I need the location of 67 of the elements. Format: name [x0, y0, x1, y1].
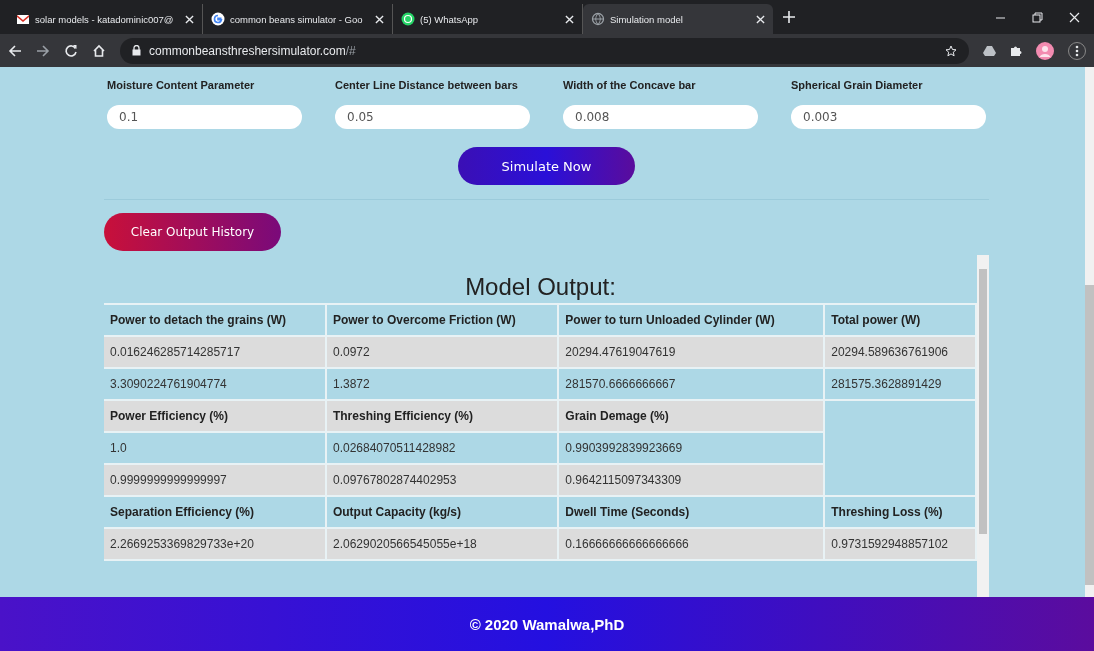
input-field[interactable]: 0.008 [563, 105, 758, 129]
page-scrollbar[interactable] [1085, 67, 1094, 597]
table-cell: 0.16666666666666666 [559, 529, 824, 559]
field-label: Moisture Content Parameter [107, 79, 256, 91]
url-text: commonbeansthreshersimulator.com/# [149, 43, 356, 58]
clear-history-button[interactable]: Clear Output History [104, 213, 281, 251]
drive-icon[interactable] [983, 44, 996, 57]
close-icon[interactable] [375, 14, 384, 24]
column-header: Power to detach the grains (W) [104, 305, 325, 335]
table-cell: 0.9999999999999997 [104, 465, 325, 495]
column-header: Threshing Efficiency (%) [326, 401, 558, 431]
column-header: Separation Efficiency (%) [104, 497, 325, 527]
input-field[interactable]: 0.05 [335, 105, 530, 129]
column-header: Power to turn Unloaded Cylinder (W) [559, 305, 824, 335]
reload-icon[interactable] [64, 43, 78, 58]
table-cell: 0.9731592948857102 [825, 529, 975, 559]
close-icon[interactable] [1069, 11, 1080, 23]
globe-icon [591, 12, 605, 26]
address-bar[interactable]: commonbeansthreshersimulator.com/# [120, 37, 969, 64]
footer-text: © 2020 Wamalwa,PhD [469, 615, 625, 633]
puzzle-icon[interactable] [1010, 44, 1022, 57]
column-header: Power Efficiency (%) [104, 401, 325, 431]
menu-icon[interactable] [1068, 41, 1086, 60]
table-cell: 0.9642115097343309 [559, 465, 824, 495]
simulate-button[interactable]: Simulate Now [458, 147, 635, 185]
table-cell: 20294.589636761906 [825, 337, 975, 367]
column-header: Threshing Loss (%) [825, 497, 975, 527]
table-cell: 1.3872 [326, 369, 558, 399]
avatar-icon[interactable] [1036, 41, 1054, 60]
table-cell: 281575.3628891429 [825, 369, 975, 399]
column-header: Grain Demage (%) [559, 401, 824, 431]
back-icon[interactable] [8, 43, 22, 58]
close-icon[interactable] [185, 14, 194, 24]
table-cell: 0.0972 [326, 337, 558, 367]
table-cell: 2.0629020566545055e+18 [326, 529, 558, 559]
table-cell: 0.016246285714285717 [104, 337, 325, 367]
close-icon[interactable] [565, 14, 574, 24]
table-cell: 0.02684070511428982 [326, 433, 558, 463]
scrollbar[interactable] [977, 255, 989, 597]
g-icon [211, 12, 225, 26]
column-header: Dwell Time (Seconds) [559, 497, 824, 527]
restore-icon[interactable] [1032, 11, 1043, 23]
table-cell: 281570.6666666667 [559, 369, 824, 399]
table-cell: 0.9903992839923669 [559, 433, 824, 463]
input-field[interactable]: 0.1 [107, 105, 302, 129]
home-icon[interactable] [92, 43, 106, 58]
chat-icon [401, 12, 415, 26]
input-field[interactable]: 0.003 [791, 105, 986, 129]
new-tab-icon[interactable] [783, 11, 795, 23]
lock-icon [132, 45, 141, 56]
forward-icon[interactable] [36, 43, 50, 58]
field-label: Width of the Concave bar [563, 79, 697, 91]
table-cell: 3.3090224761904774 [104, 369, 325, 399]
table-cell: 20294.47619047619 [559, 337, 824, 367]
browser-tab[interactable]: Simulation model [583, 4, 773, 34]
table-cell: 1.0 [104, 433, 325, 463]
column-header: Output Capacity (kg/s) [326, 497, 558, 527]
table-cell: 2.2669253369829733e+20 [104, 529, 325, 559]
column-header: Power to Overcome Friction (W) [326, 305, 558, 335]
output-title: Model Output: [464, 273, 617, 301]
close-icon[interactable] [756, 14, 765, 24]
field-label: Spherical Grain Diameter [791, 79, 924, 91]
table-cell: 0.09767802874402953 [326, 465, 558, 495]
star-icon[interactable] [945, 44, 957, 57]
mail-icon [16, 12, 30, 26]
field-label: Center Line Distance between bars [335, 79, 519, 91]
column-header: Total power (W) [825, 305, 975, 335]
